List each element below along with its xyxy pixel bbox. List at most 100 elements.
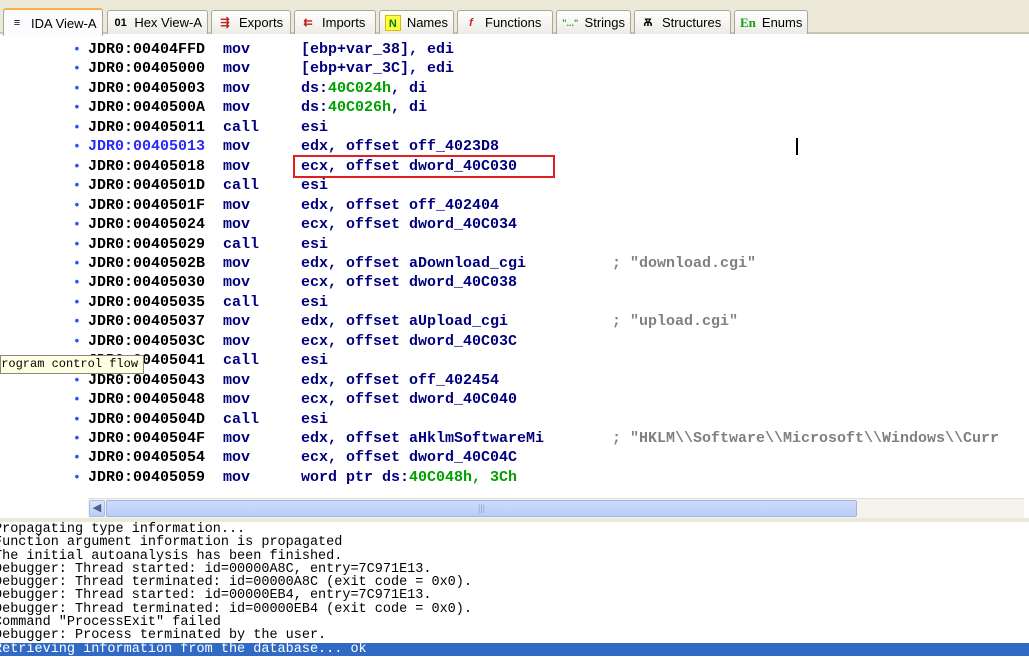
code-line[interactable]: • JDR0:0040504D call esi bbox=[0, 410, 1029, 429]
code-line[interactable]: • JDR0:0040503C mov ecx, offset dword_40C03… bbox=[0, 332, 1029, 351]
code-line[interactable]: • JDR0:0040500A mov ds:40C026h, di bbox=[0, 98, 1029, 117]
code-line[interactable]: • JDR0:00405013 mov edx, offset off_4023D8 bbox=[0, 137, 1029, 156]
mnemonic: mov bbox=[223, 99, 251, 117]
exports-icon: ⇶ bbox=[220, 16, 230, 29]
tab-label: Imports bbox=[322, 15, 366, 30]
bullet-icon: • bbox=[73, 275, 81, 291]
bullet-icon: • bbox=[73, 158, 81, 174]
code-line[interactable]: • JDR0:00405043 mov edx, offset off_402454 bbox=[0, 371, 1029, 390]
code-line[interactable]: • JDR0:00405054 mov ecx, offset dword_40C04… bbox=[0, 448, 1029, 467]
tab-hex-view-a[interactable]: 01 Hex View-A bbox=[107, 10, 208, 34]
scroll-left-button[interactable]: ◀ bbox=[89, 500, 105, 517]
address: JDR0:00405000 bbox=[88, 60, 206, 78]
output-line: Propagating type information... bbox=[0, 522, 246, 537]
code-line[interactable]: • JDR0:00405037 mov edx, offset aUpload_cgi… bbox=[0, 312, 1029, 331]
operands: esi bbox=[301, 352, 329, 370]
output-line: The initial autoanalysis has been finish… bbox=[0, 548, 343, 564]
operands: esi bbox=[301, 118, 329, 136]
bullet-icon: • bbox=[73, 178, 81, 194]
code-line[interactable]: • JDR0:00405024 mov ecx, offset dword_40C03… bbox=[0, 215, 1029, 234]
code-line[interactable]: • JDR0:00405035 call esi bbox=[0, 293, 1029, 312]
comment: ; "download.cgi" bbox=[612, 254, 757, 272]
code-line[interactable]: • JDR0:00405000 mov [ebp+var_3C], edi bbox=[0, 59, 1029, 78]
mnemonic: call bbox=[223, 410, 260, 428]
operands: esi bbox=[301, 410, 329, 428]
tab-strings[interactable]: "..." Strings bbox=[556, 10, 631, 34]
tab-names[interactable]: N Names bbox=[379, 10, 454, 34]
operand-part: word ptr ds: bbox=[301, 468, 410, 486]
mnemonic: mov bbox=[223, 274, 251, 292]
text-cursor bbox=[796, 138, 798, 155]
output-line: Command "ProcessExit" failed bbox=[0, 615, 221, 631]
code-line[interactable]: •JDR0:00405041callesi bbox=[0, 351, 1029, 370]
address: JDR0:00405018 bbox=[88, 157, 206, 175]
operand-part: , di bbox=[391, 79, 428, 97]
code-line[interactable]: • JDR0:00405029 call esi bbox=[0, 235, 1029, 254]
output-line: Debugger: Thread terminated: id=00000EB4… bbox=[0, 601, 472, 617]
mnemonic: call bbox=[223, 352, 260, 370]
address: JDR0:00405035 bbox=[88, 293, 206, 311]
tab-imports[interactable]: ⇇ Imports bbox=[294, 10, 376, 34]
names-icon: N bbox=[385, 14, 401, 31]
functions-icon: f bbox=[469, 16, 473, 29]
code-line[interactable]: • JDR0:00405059 mov word ptr ds:40C048h, 3C… bbox=[0, 468, 1029, 487]
code-line[interactable]: • JDR0:0040504F mov edx, offset aHklmSoftwa… bbox=[0, 429, 1029, 448]
comment: ; "upload.cgi" bbox=[612, 313, 739, 331]
operand-part: 40C048h, 3Ch bbox=[409, 468, 518, 486]
code-line[interactable]: • JDR0:0040502B mov edx, offset aDownload_c… bbox=[0, 254, 1029, 273]
address: JDR0:00405013 bbox=[88, 138, 206, 156]
operands: edx, offset aHklmSoftwareMi bbox=[301, 430, 545, 447]
code-line[interactable]: • JDR0:00404FFD mov [ebp+var_38], edi bbox=[0, 40, 1029, 59]
operands: ecx, offset dword_40C04C bbox=[301, 449, 518, 467]
tab-structures[interactable]: Ѫ Structures bbox=[634, 10, 731, 34]
output-line: Retrieving information from the database… bbox=[0, 642, 1029, 656]
tab-label: IDA View-A bbox=[31, 15, 97, 31]
address: JDR0:0040504F bbox=[88, 430, 206, 447]
code-line[interactable]: • JDR0:0040501D call esi bbox=[0, 176, 1029, 195]
tab-bar: ≡ IDA View-A 01 Hex View-A ⇶ Exports ⇇ Imports N… bbox=[0, 8, 1029, 36]
horizontal-scrollbar[interactable]: ◀ ||| bbox=[88, 498, 1024, 518]
address: JDR0:00405048 bbox=[88, 391, 206, 409]
operands: esi bbox=[301, 235, 329, 253]
operands: ecx, offset dword_40C040 bbox=[301, 391, 518, 409]
tab-exports[interactable]: ⇶ Exports bbox=[211, 10, 291, 34]
disassembly-view[interactable]: • JDR0:00404FFD mov [ebp+var_38], edi • JDR0:… bbox=[0, 38, 1029, 498]
address: JDR0:0040503C bbox=[88, 332, 206, 350]
tab-label: Strings bbox=[584, 15, 625, 30]
address: JDR0:0040501D bbox=[88, 177, 206, 195]
operands: esi bbox=[301, 293, 329, 311]
bullet-icon: • bbox=[73, 197, 81, 213]
output-line: Debugger: Thread started: id=00000EB4, e… bbox=[0, 588, 432, 604]
output-window[interactable]: Propagating type information... Function … bbox=[0, 522, 1029, 669]
bullet-icon: • bbox=[73, 217, 81, 233]
operands: word ptr ds:40C048h, 3Ch bbox=[301, 468, 517, 487]
operands: ecx, offset dword_40C03C bbox=[301, 332, 518, 350]
scrollbar-thumb[interactable]: ||| bbox=[106, 500, 857, 517]
bullet-icon: • bbox=[73, 139, 81, 155]
operands: esi bbox=[301, 177, 329, 195]
code-line[interactable]: • JDR0:0040501F mov edx, offset off_402404 bbox=[0, 196, 1029, 215]
code-line[interactable]: • JDR0:00405048 mov ecx, offset dword_40C04… bbox=[0, 390, 1029, 409]
tab-ida-view-a[interactable]: ≡ IDA View-A bbox=[3, 8, 103, 36]
mnemonic: mov bbox=[223, 430, 251, 447]
address: JDR0:00405030 bbox=[88, 274, 206, 292]
code-line[interactable]: • JDR0:00405011 call esi bbox=[0, 118, 1029, 137]
mnemonic: mov bbox=[223, 79, 251, 97]
window-top-strip bbox=[0, 0, 1029, 8]
mnemonic: mov bbox=[223, 138, 251, 156]
tab-label: Names bbox=[406, 15, 448, 30]
output-line: Debugger: Thread started: id=00000A8C, e… bbox=[0, 561, 432, 577]
address: JDR0:0040500A bbox=[88, 99, 206, 117]
address: JDR0:00405003 bbox=[88, 79, 206, 97]
address: JDR0:0040501F bbox=[88, 196, 206, 214]
operand-part: ds: bbox=[301, 99, 329, 117]
mnemonic: mov bbox=[223, 332, 251, 350]
code-line[interactable]: • JDR0:00405030 mov ecx, offset dword_40C03… bbox=[0, 273, 1029, 292]
operands: ecx, offset dword_40C038 bbox=[301, 274, 518, 292]
tab-enums[interactable]: En Enums bbox=[734, 10, 808, 34]
bullet-icon: • bbox=[73, 411, 81, 427]
code-line[interactable]: • JDR0:00405003 mov ds:40C024h, di bbox=[0, 79, 1029, 98]
tab-functions[interactable]: f Functions bbox=[457, 10, 553, 34]
operands: edx, offset aUpload_cgi bbox=[301, 313, 509, 331]
structures-icon: Ѫ bbox=[643, 16, 653, 29]
